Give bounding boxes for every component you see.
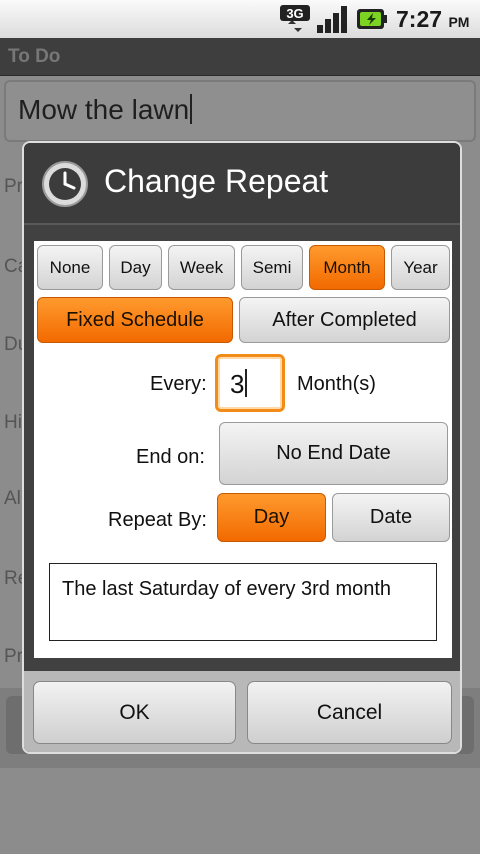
signal-icon xyxy=(317,6,347,33)
repeat-by-label: Repeat By: xyxy=(108,509,207,531)
clock-time: 7:27 PM xyxy=(396,6,470,32)
battery-charging-icon xyxy=(357,9,387,29)
end-on-label: End on: xyxy=(136,446,205,468)
every-label: Every: xyxy=(150,373,207,395)
every-count-input[interactable]: 3 xyxy=(215,354,285,412)
dialog-title: Change Repeat xyxy=(104,163,329,199)
app-title: To Do xyxy=(8,46,61,67)
repeat-summary-text: The last Saturday of every 3rd month xyxy=(62,578,392,600)
change-repeat-dialog: Change Repeat None Day Week Semi Month Y… xyxy=(22,141,462,754)
status-bar: 3G 7:27 PM xyxy=(0,0,480,38)
app-title-bar: To Do xyxy=(0,38,480,76)
dialog-header: Change Repeat xyxy=(24,143,460,225)
frequency-day-button[interactable]: Day xyxy=(109,245,162,290)
frequency-semi-button[interactable]: Semi xyxy=(241,245,303,290)
fixed-schedule-button[interactable]: Fixed Schedule xyxy=(37,297,233,343)
repeat-summary-box: The last Saturday of every 3rd month xyxy=(49,563,437,641)
dialog-button-bar: OK Cancel xyxy=(24,671,460,752)
dialog-body: None Day Week Semi Month Year Fixed Sche… xyxy=(34,241,452,658)
app-label-alarm: Al xyxy=(4,488,21,509)
task-name-input[interactable]: Mow the lawn xyxy=(4,80,476,142)
cancel-button[interactable]: Cancel xyxy=(247,681,452,744)
app-label-hide: Hi xyxy=(4,412,22,433)
frequency-none-button[interactable]: None xyxy=(37,245,103,290)
repeat-by-date-button[interactable]: Date xyxy=(332,493,450,542)
repeat-by-day-button[interactable]: Day xyxy=(217,493,326,542)
clock-icon xyxy=(42,161,88,207)
frequency-month-button[interactable]: Month xyxy=(309,245,385,290)
frequency-year-button[interactable]: Year xyxy=(391,245,450,290)
frequency-week-button[interactable]: Week xyxy=(168,245,235,290)
3g-data-icon: 3G xyxy=(280,5,310,32)
ok-button[interactable]: OK xyxy=(33,681,236,744)
after-completed-button[interactable]: After Completed xyxy=(239,297,450,343)
end-date-button[interactable]: No End Date xyxy=(219,422,448,485)
every-unit-label: Month(s) xyxy=(297,373,376,395)
network-type-label: 3G xyxy=(286,6,303,21)
